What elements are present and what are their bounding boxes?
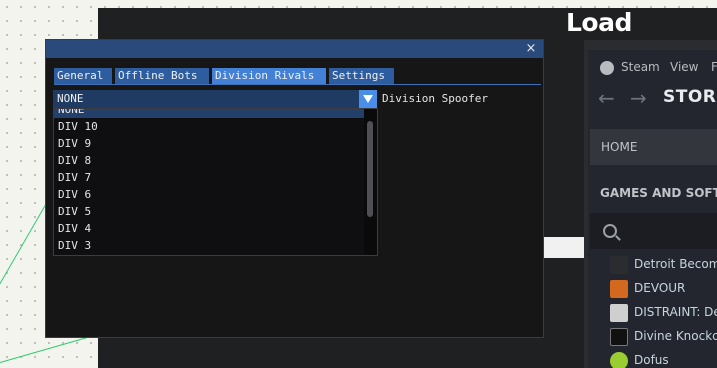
division-spoofer-combo[interactable]: NONE <box>53 90 377 108</box>
app-title: Load <box>566 8 632 37</box>
tab-settings[interactable]: Settings <box>329 68 394 84</box>
steam-nav: ← → STORE <box>588 84 717 110</box>
steam-logo-icon[interactable] <box>600 61 614 75</box>
game-icon <box>610 328 628 346</box>
tab-underline <box>54 84 541 85</box>
imgui-window[interactable]: × General Offline Bots Division Rivals S… <box>45 39 544 338</box>
combo-label: Division Spoofer <box>382 92 488 105</box>
game-item[interactable]: Detroit Becom <box>588 253 717 277</box>
dropdown-option-div-9[interactable]: DIV 9 <box>54 135 364 152</box>
scrollbar-thumb[interactable] <box>367 121 373 217</box>
games-header: GAMES AND SOFTW <box>600 186 717 200</box>
forward-arrow-icon[interactable]: → <box>630 86 647 110</box>
game-icon <box>610 352 628 368</box>
menu-f[interactable]: F <box>711 60 717 74</box>
game-name: Dofus <box>634 353 669 367</box>
window-titlebar[interactable]: × <box>46 40 543 58</box>
game-list: Detroit Becom DEVOUR DISTRAINT: De Divin… <box>588 253 717 368</box>
game-name: DEVOUR <box>634 281 686 295</box>
tab-general[interactable]: General <box>54 68 112 84</box>
game-item[interactable]: Dofus <box>588 349 717 368</box>
search-icon <box>603 224 617 238</box>
dropdown-option-none[interactable]: NONE <box>54 109 364 118</box>
dropdown-option-div-7[interactable]: DIV 7 <box>54 169 364 186</box>
menu-steam[interactable]: Steam <box>621 60 660 74</box>
game-item[interactable]: Divine Knockc <box>588 325 717 349</box>
dropdown-option-div-3[interactable]: DIV 3 <box>54 237 364 254</box>
combo-value: NONE <box>57 92 84 105</box>
dropdown-option-div-6[interactable]: DIV 6 <box>54 186 364 203</box>
combo-dropdown: NONE DIV 10 DIV 9 DIV 8 DIV 7 DIV 6 DIV … <box>53 108 378 256</box>
game-icon <box>610 256 628 274</box>
steam-window: Steam View F ← → STORE HOME GAMES AND SO… <box>588 50 717 368</box>
game-item[interactable]: DEVOUR <box>588 277 717 301</box>
dropdown-option-div-10[interactable]: DIV 10 <box>54 118 364 135</box>
game-name: Divine Knockc <box>634 329 717 343</box>
dropdown-option-div-4[interactable]: DIV 4 <box>54 220 364 237</box>
chevron-down-icon <box>363 95 373 103</box>
tab-offline-bots[interactable]: Offline Bots <box>115 68 209 84</box>
back-arrow-icon[interactable]: ← <box>598 86 615 110</box>
game-name: DISTRAINT: De <box>634 305 717 319</box>
library-search[interactable] <box>590 213 717 249</box>
menu-view[interactable]: View <box>670 60 698 74</box>
dropdown-option-div-8[interactable]: DIV 8 <box>54 152 364 169</box>
close-icon[interactable]: × <box>524 40 538 57</box>
game-icon <box>610 280 628 298</box>
game-item[interactable]: DISTRAINT: De <box>588 301 717 325</box>
combo-arrow-button[interactable] <box>359 90 377 108</box>
white-bar <box>544 237 584 258</box>
store-tab[interactable]: STORE <box>663 87 717 107</box>
game-icon <box>610 304 628 322</box>
dropdown-scrollbar[interactable] <box>364 109 377 255</box>
dropdown-option-div-5[interactable]: DIV 5 <box>54 203 364 220</box>
dropdown-list: NONE DIV 10 DIV 9 DIV 8 DIV 7 DIV 6 DIV … <box>54 109 364 254</box>
home-label: HOME <box>601 140 638 154</box>
game-name: Detroit Becom <box>634 257 717 271</box>
tab-division-rivals[interactable]: Division Rivals <box>212 68 326 84</box>
home-button[interactable]: HOME <box>590 129 717 165</box>
